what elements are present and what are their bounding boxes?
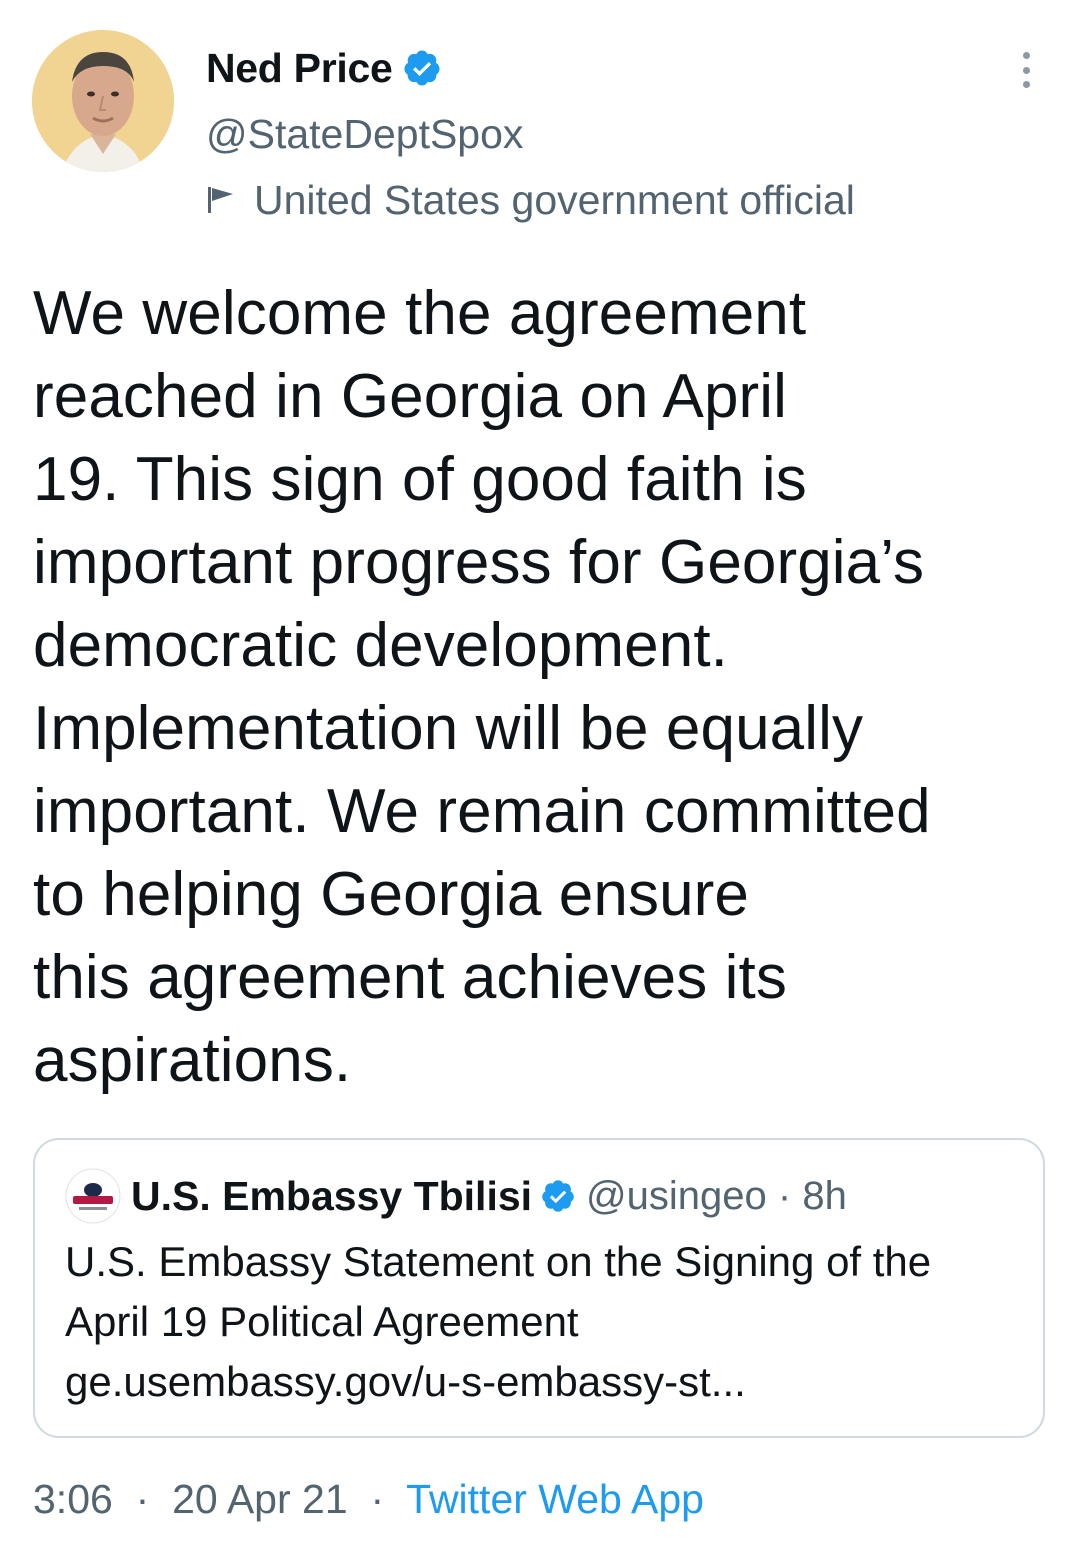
flag-icon	[206, 185, 236, 215]
verified-badge-icon	[402, 48, 442, 88]
more-dot	[1022, 52, 1030, 59]
government-label-text: United States government official	[254, 177, 855, 223]
quoted-tweet-text: U.S. Embassy Statement on the Signing of…	[65, 1238, 932, 1345]
more-dot	[1022, 81, 1030, 88]
quoted-author-handle[interactable]: @usingeo	[586, 1174, 767, 1219]
author-avatar[interactable]	[32, 30, 174, 172]
tweet-time[interactable]: 3:06	[33, 1476, 113, 1522]
footer-separator: ·	[370, 1476, 385, 1522]
author-name-row: Ned Price	[206, 40, 855, 96]
more-dot	[1022, 66, 1030, 74]
government-label[interactable]: United States government official	[206, 174, 855, 226]
embassy-seal-icon[interactable]	[65, 1168, 121, 1224]
tweet-footer: 3:06 · 20 Apr 21 · Twitter Web App	[33, 1472, 704, 1526]
author-handle[interactable]: @StateDeptSpox	[206, 108, 855, 160]
tweet-text: We welcome the agreement reached in Geor…	[33, 279, 931, 1095]
tweet-date[interactable]: 20 Apr 21	[172, 1476, 348, 1522]
quoted-tweet-time: 8h	[802, 1173, 847, 1218]
verified-badge-icon	[540, 1178, 576, 1214]
footer-separator: ·	[135, 1476, 150, 1522]
quoted-tweet-link[interactable]: ge.usembassy.gov/u-s-embassy-st...	[65, 1352, 746, 1412]
source-app-link[interactable]: Twitter Web App	[406, 1476, 704, 1522]
more-options-icon[interactable]	[1012, 52, 1040, 88]
author-info: Ned Price @StateDeptSpox United States g…	[206, 40, 855, 226]
author-display-name[interactable]: Ned Price	[206, 45, 393, 92]
meta-separator: ·	[777, 1173, 792, 1218]
tweet: Ned Price @StateDeptSpox United States g…	[0, 0, 1080, 1551]
quoted-tweet-card[interactable]: U.S. Embassy Tbilisi @usingeo · 8h U.S. …	[33, 1138, 1045, 1438]
quoted-tweet-header: U.S. Embassy Tbilisi @usingeo · 8h	[65, 1168, 847, 1224]
avatar-photo	[32, 30, 174, 172]
quoted-author-name[interactable]: U.S. Embassy Tbilisi	[131, 1173, 532, 1220]
